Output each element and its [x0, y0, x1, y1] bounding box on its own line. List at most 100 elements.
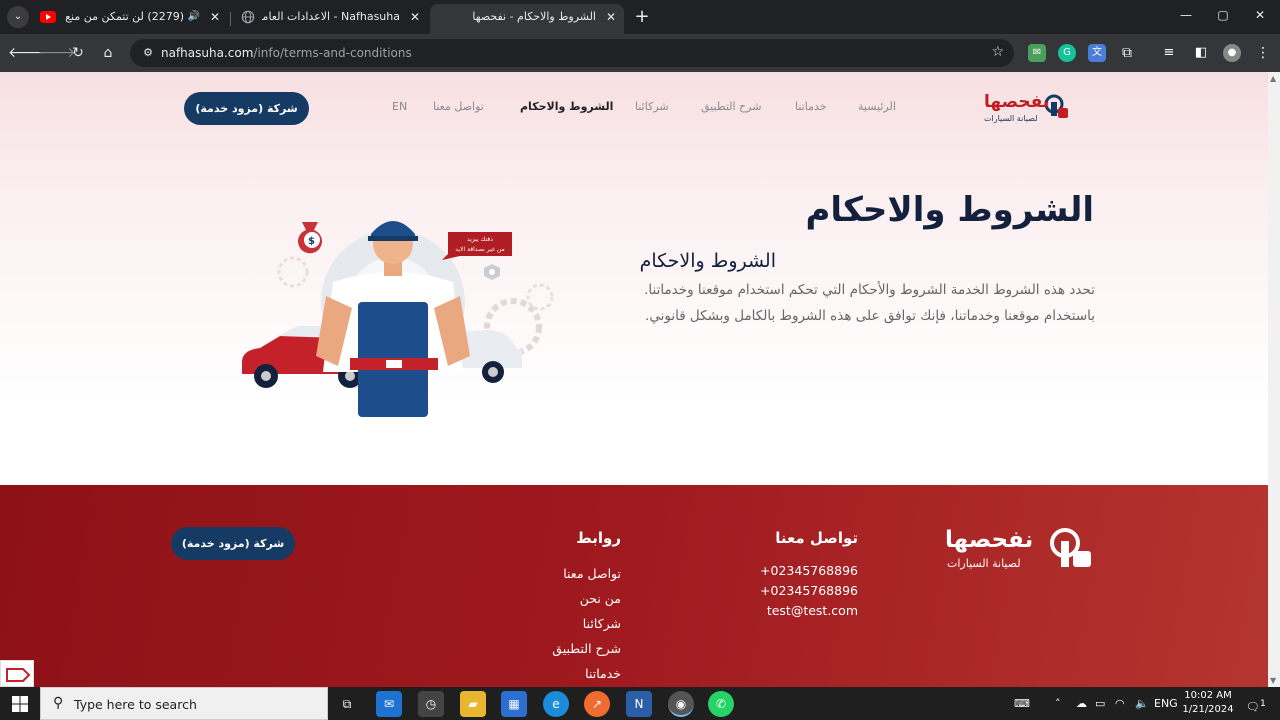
- nav-terms[interactable]: الشروط والاحكام: [520, 100, 613, 113]
- footer-provider-button[interactable]: شركة (مزود خدمة): [171, 527, 295, 560]
- main-navigation: EN تواصل معنا الشروط والاحكام شركائنا شر…: [380, 100, 920, 120]
- provider-company-button[interactable]: شركة (مزود خدمة): [184, 92, 309, 125]
- footer-logo-tagline: لصيانة السيارات: [947, 557, 1021, 570]
- volume-icon[interactable]: 🔈: [1135, 687, 1149, 720]
- nav-app-guide[interactable]: شرح التطبيق: [701, 100, 761, 113]
- nav-services[interactable]: خدماتنا: [795, 100, 827, 113]
- bookmark-star-icon[interactable]: ☆: [991, 44, 1004, 60]
- mechanic-illustration: $ دقتك يبزيد من غير بصداقة الايد: [242, 221, 554, 417]
- clock-app-icon[interactable]: ◷: [418, 691, 444, 717]
- minimize-button[interactable]: —: [1176, 8, 1196, 26]
- edge-browser-icon[interactable]: e: [543, 691, 569, 717]
- clock-date: 1/21/2024: [1182, 704, 1234, 715]
- site-footer: شركة (مزود خدمة) روابط تواصل معنا من نحن…: [0, 485, 1268, 687]
- wifi-icon[interactable]: ◠: [1115, 687, 1125, 720]
- close-icon[interactable]: ✕: [210, 4, 220, 30]
- globe-icon: [241, 10, 255, 24]
- side-panel-icon[interactable]: ◧: [1192, 44, 1210, 62]
- tab-terms[interactable]: الشروط والاحكام - نفحصها ✕: [430, 4, 624, 34]
- close-icon[interactable]: ✕: [410, 4, 420, 30]
- notification-count: 1: [1259, 698, 1266, 709]
- page-scrollbar[interactable]: ▲ ▼: [1268, 72, 1280, 687]
- scroll-up-arrow-icon[interactable]: ▲: [1270, 74, 1276, 83]
- scroll-down-arrow-icon[interactable]: ▼: [1270, 676, 1276, 685]
- footer-link-partners[interactable]: شركائنا: [552, 611, 621, 636]
- site-info-icon[interactable]: ⚙: [140, 45, 156, 61]
- store-app-icon[interactable]: ▦: [501, 691, 527, 717]
- taskbar-search-box[interactable]: ⚲ Type here to search: [40, 687, 328, 720]
- postman-app-icon[interactable]: ↗: [584, 691, 610, 717]
- url-text: nafhasuha.com/info/terms-and-conditions: [161, 46, 412, 60]
- reading-list-icon[interactable]: ≡: [1160, 44, 1178, 62]
- site-logo[interactable]: نفحصها لصيانة السيارات: [968, 88, 1078, 132]
- footer-links: روابط تواصل معنا من نحن شركائنا شرح التط…: [552, 529, 621, 686]
- logo-tagline: لصيانة السيارات: [984, 114, 1038, 123]
- tab-search-button[interactable]: ⌄: [7, 6, 29, 28]
- new-tab-button[interactable]: +: [632, 7, 652, 27]
- whatsapp-app-icon[interactable]: ✆: [708, 691, 734, 717]
- home-icon[interactable]: ⌂: [98, 43, 118, 63]
- footer-link-app-guide[interactable]: شرح التطبيق: [552, 636, 621, 661]
- editor-app-icon[interactable]: N: [626, 691, 652, 717]
- floating-widget-badge[interactable]: [0, 660, 34, 687]
- tab-title: (2279) لن تتمكن من منع عبرا...: [62, 10, 184, 23]
- keyboard-icon[interactable]: ⌨: [1014, 687, 1030, 720]
- terms-paragraph: تحدد هذه الشروط الخدمة الشروط والأحكام ا…: [644, 282, 1095, 324]
- logo-name: نفحصها: [984, 92, 1050, 112]
- extensions-puzzle-icon[interactable]: ⧉: [1118, 44, 1136, 62]
- footer-link-contact[interactable]: تواصل معنا: [552, 561, 621, 586]
- forward-arrow-icon[interactable]: 🡒: [38, 43, 76, 63]
- section-title: الشروط والاحكام: [639, 250, 776, 272]
- back-arrow-icon[interactable]: 🡐: [8, 43, 46, 63]
- clock-time: 10:02 AM: [1184, 690, 1232, 701]
- contact-heading: تواصل معنا: [775, 529, 858, 547]
- tab-divider: [230, 12, 231, 26]
- search-placeholder: Type here to search: [74, 697, 197, 712]
- speaker-icon[interactable]: 🔊: [188, 4, 200, 30]
- maximize-button[interactable]: ▢: [1213, 8, 1233, 26]
- footer-link-services[interactable]: خدماتنا: [552, 661, 621, 686]
- nav-home[interactable]: الرئيسية: [858, 100, 896, 113]
- translate-extension-icon[interactable]: 文: [1088, 44, 1106, 62]
- battery-icon[interactable]: ▭: [1095, 687, 1105, 720]
- windows-taskbar: ⚲ Type here to search ⧉ ✉ ◷ ▰ ▦ e ↗ N ◉ …: [0, 687, 1280, 720]
- system-clock[interactable]: 10:02 AM 1/21/2024: [1180, 689, 1236, 717]
- notifications-icon[interactable]: 🗨1: [1246, 687, 1266, 720]
- tab-youtube[interactable]: 🔊 (2279) لن تتمكن من منع عبرا... ✕: [32, 4, 228, 34]
- mail-app-icon[interactable]: ✉: [376, 691, 402, 717]
- contact-phone[interactable]: +02345768896: [760, 561, 858, 581]
- cloud-icon[interactable]: ☁: [1076, 687, 1087, 720]
- tab-title: الشروط والاحكام - نفحصها: [472, 10, 596, 23]
- file-explorer-icon[interactable]: ▰: [460, 691, 486, 717]
- windows-start-icon[interactable]: [12, 696, 28, 712]
- address-bar[interactable]: ⚙ nafhasuha.com/info/terms-and-condition…: [130, 39, 1014, 67]
- tray-overflow-icon[interactable]: ˄: [1055, 687, 1061, 720]
- tab-settings[interactable]: Nafhasuha - الاعدادات العامة ✕: [232, 4, 428, 34]
- nav-partners[interactable]: شركائنا: [635, 100, 669, 113]
- youtube-icon: [40, 11, 56, 23]
- window-close-button[interactable]: ✕: [1250, 8, 1270, 26]
- task-view-icon[interactable]: ⧉: [334, 691, 360, 717]
- web-page: شركة (مزود خدمة) EN تواصل معنا الشروط وا…: [0, 72, 1268, 687]
- grammarly-extension-icon[interactable]: G: [1058, 44, 1076, 62]
- language-indicator[interactable]: ENG: [1154, 687, 1178, 720]
- site-icon: [438, 10, 454, 24]
- footer-link-about[interactable]: من نحن: [552, 586, 621, 611]
- page-title: الشروط والاحكام: [805, 190, 1094, 230]
- reload-icon[interactable]: ↻: [68, 43, 88, 63]
- search-icon: ⚲: [53, 695, 64, 711]
- mail-extension-icon[interactable]: ✉: [1028, 44, 1046, 62]
- svg-text:$: $: [308, 236, 315, 247]
- contact-phone[interactable]: +02345768896: [760, 581, 858, 601]
- chrome-browser-icon[interactable]: ◉: [668, 691, 694, 717]
- tab-title: Nafhasuha - الاعدادات العامة: [262, 10, 400, 23]
- links-heading: روابط: [576, 529, 621, 547]
- contact-email[interactable]: test@test.com: [760, 601, 858, 621]
- footer-logo: نفحصها لصيانة السيارات: [945, 527, 1100, 577]
- bubble-text-1: دقتك يبزيد: [467, 236, 493, 243]
- nav-lang-en[interactable]: EN: [392, 100, 407, 113]
- nav-contact[interactable]: تواصل معنا: [433, 100, 484, 113]
- close-icon[interactable]: ✕: [606, 4, 616, 30]
- browser-menu-icon[interactable]: ⋮: [1254, 44, 1272, 62]
- profile-avatar-icon[interactable]: ●: [1223, 44, 1241, 62]
